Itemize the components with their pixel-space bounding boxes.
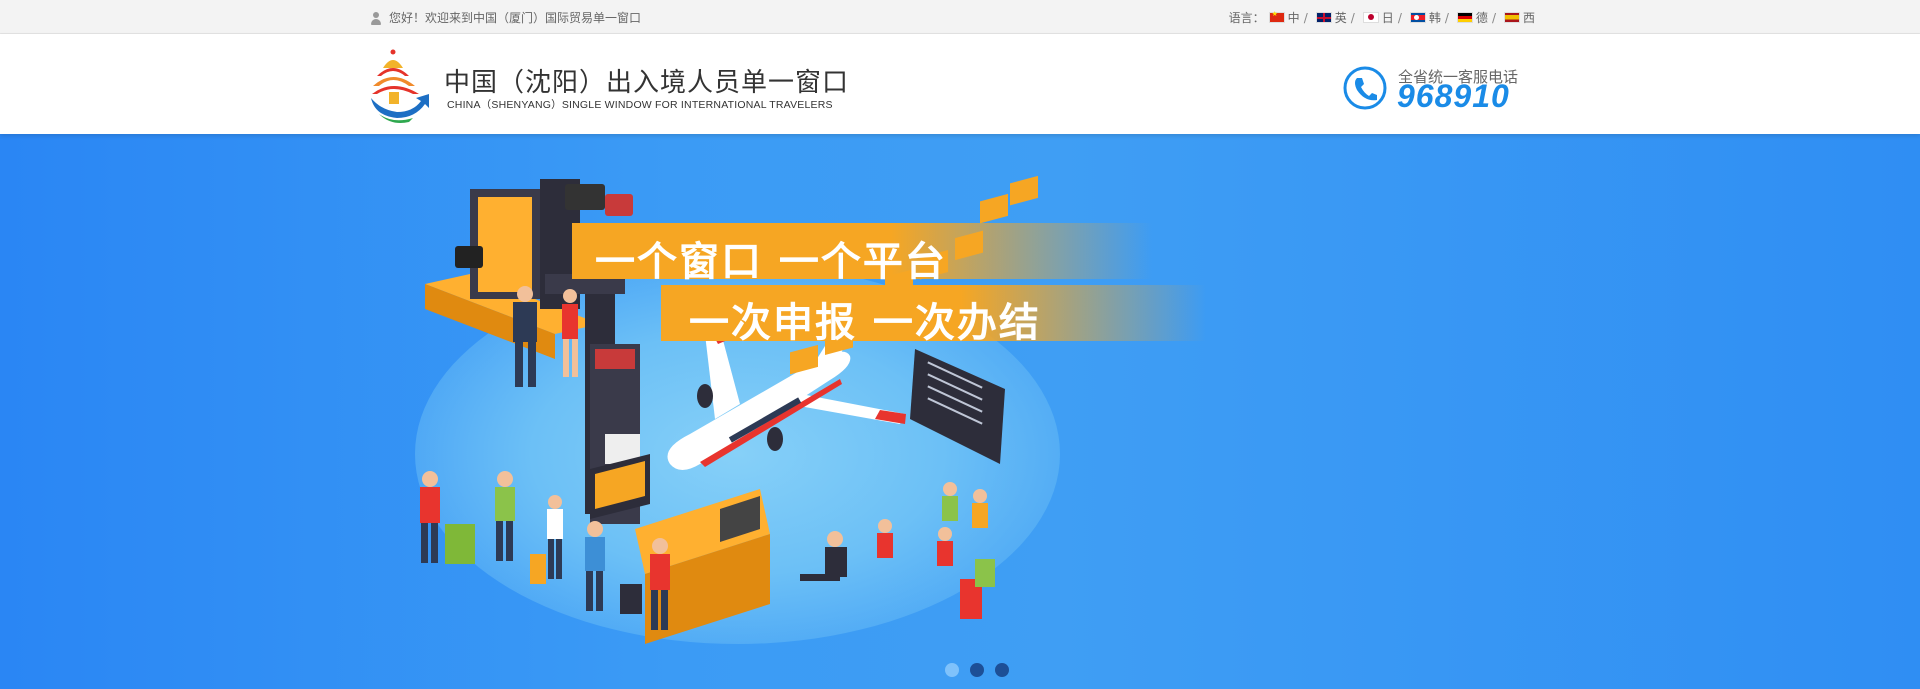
lang-german[interactable]: 德 [1456,9,1488,26]
slogan-line-1: 一个窗口 一个平台 [595,239,947,285]
carousel-dot-1[interactable] [945,663,959,677]
spain-flag-icon [1503,12,1520,23]
lang-chinese[interactable]: 中 [1268,9,1300,26]
airport-scene-illustration [420,175,1038,644]
germany-flag-icon [1456,12,1473,23]
temple-logo-icon[interactable] [369,46,431,124]
site-title: 中国（沈阳）出入境人员单一窗口 [444,68,850,98]
welcome-message: 您好！欢迎来到中国（厦门）国际贸易单一窗口 [369,9,641,26]
korea-flag-icon [1409,12,1426,23]
hotline-number[interactable]: 968910 [1397,78,1510,115]
lang-spanish[interactable]: 西 [1503,9,1535,26]
site-header: 中国（沈阳）出入境人员单一窗口 CHINA（SHENYANG）SINGLE WI… [0,34,1920,134]
lang-separator: / [1491,10,1496,25]
site-subtitle: CHINA（SHENYANG）SINGLE WINDOW FOR INTERNA… [447,99,833,111]
carousel-pagination [945,663,1009,677]
china-flag-icon [1268,10,1285,23]
banner-carousel[interactable]: 一个窗口 一个平台 一次申报 一次办结 [0,134,1920,689]
lang-korean[interactable]: 韩 [1409,9,1441,26]
phone-icon [1343,66,1387,110]
check-in-counter-graphic [590,454,770,644]
carousel-dot-2[interactable] [970,663,984,677]
lang-english[interactable]: 英 [1315,9,1347,26]
uk-flag-icon [1315,12,1332,23]
top-bar: 您好！欢迎来到中国（厦门）国际贸易单一窗口 语言： 中/ 英/ 日/ 韩/ 德/… [0,0,1920,34]
user-icon [369,11,383,25]
lang-separator: / [1397,10,1402,25]
slogan-line-2: 一次申报 一次办结 [689,300,1041,346]
welcome-text: 您好！欢迎来到中国（厦门）国际贸易单一窗口 [389,11,642,25]
lang-separator: / [1444,10,1449,25]
language-label: 语言： [1228,11,1265,25]
lang-separator: / [1350,10,1355,25]
lang-japanese[interactable]: 日 [1362,9,1394,26]
language-switcher: 语言： 中/ 英/ 日/ 韩/ 德/ 西 [1229,9,1535,26]
departure-board-graphic [910,349,1005,464]
lang-separator: / [1303,10,1308,25]
japan-flag-icon [1362,12,1379,23]
carousel-dot-3[interactable] [995,663,1009,677]
